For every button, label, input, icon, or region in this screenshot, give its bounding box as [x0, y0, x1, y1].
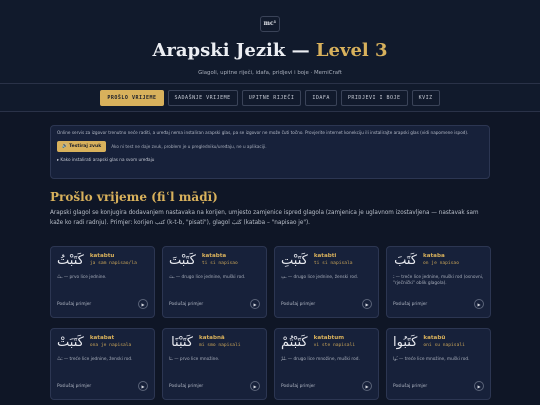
install-voice-toggle[interactable]: ▸ Kako instalirati arapski glas na svom …	[57, 157, 483, 162]
conjugation-grid: كَتَبْتُ katabtu ja sam napisao/la ـتُ —…	[50, 246, 491, 400]
play-icon: ▶	[141, 383, 145, 389]
notice-text: Online servis za izgovor trenutno neće r…	[57, 130, 469, 135]
conjugation-card: كَتَبَتْ katabat ona je napisala ـَتْ — …	[50, 328, 155, 400]
transliteration: katabti	[313, 253, 337, 259]
transliteration: katabta	[201, 253, 227, 259]
suffix-description: ـتُمْ — drugo lice množine, muški rod.	[281, 357, 360, 362]
translation: mi smo napisali	[199, 343, 241, 348]
transliteration: katabū	[423, 335, 446, 341]
translation: on je napisao	[423, 261, 459, 266]
conjugation-card: كَتَبُوا katabū oni su napisali ـُوا — t…	[386, 328, 491, 400]
transliteration: katabnā	[199, 335, 225, 341]
tab-pridjevi-i-boje[interactable]: PRIDJEVI I BOJE	[340, 89, 408, 106]
page-header: mc¹ Arapski Jezik — Level 3 Glagoli, upi…	[0, 0, 540, 84]
arabic-word: كَتَبْتِ	[281, 253, 308, 268]
translation: ja sam napisao/la	[89, 261, 137, 266]
play-icon: ▶	[477, 301, 481, 307]
arabic-word: كَتَبْتُ	[57, 253, 84, 268]
conjugation-card: كَتَبْتِ katabti ti si napisala ـتِ — dr…	[274, 246, 379, 318]
suffix-description: ـَتْ — treće lice jednine, ženski rod.	[57, 357, 133, 362]
section-intro: Arapski glagol se konjugira dodavanjem n…	[50, 210, 479, 226]
listen-label: Poslušaj primjer	[281, 301, 316, 307]
translation: ona je napisala	[89, 343, 132, 348]
notice-hint: Ako ni test ne daje zvuk, problem je u p…	[111, 144, 267, 149]
suffix-description: ـُوا — treće lice množine, muški rod.	[393, 357, 470, 362]
tab-bar: PROŠLO VRIJEME SADAŠNJE VRIJEME UPITNE R…	[0, 84, 540, 112]
title-main: Arapski Jezik —	[152, 40, 316, 61]
play-button[interactable]: ▶	[474, 381, 484, 391]
play-button[interactable]: ▶	[362, 299, 372, 309]
transliteration: katabtum	[313, 335, 345, 341]
tab-upitne-rijeci[interactable]: UPITNE RIJEČI	[241, 89, 302, 106]
transliteration: katabtu	[89, 253, 115, 259]
arabic-word: كَتَبْتَ	[169, 253, 196, 268]
play-button[interactable]: ▶	[474, 299, 484, 309]
arabic-word: كَتَبُوا	[393, 335, 418, 350]
test-sound-label: Testiraj zvuk	[69, 144, 102, 149]
suffix-description: ـتُ — prvo lice jednine.	[57, 275, 107, 280]
play-button[interactable]: ▶	[138, 299, 148, 309]
page-title: Arapski Jezik — Level 3	[0, 40, 540, 61]
page-subtitle: Glagoli, upitne riječi, idafa, pridjevi …	[198, 70, 342, 76]
tab-kviz[interactable]: KVIZ	[411, 89, 440, 106]
tab-proslo-vrijeme[interactable]: PROŠLO VRIJEME	[100, 89, 164, 106]
arabic-word: كَتَبْتُمْ	[281, 335, 308, 350]
suffix-description: ـنَا — prvo lice množine.	[169, 357, 220, 362]
section-title: Prošlo vrijeme (fiʿl māḍī)	[50, 190, 218, 204]
play-icon: ▶	[253, 301, 257, 307]
play-button[interactable]: ▶	[362, 381, 372, 391]
listen-label: Poslušaj primjer	[57, 383, 92, 389]
transliteration: katabat	[89, 335, 115, 341]
conjugation-card: كَتَبَ kataba on je napisao ـَ — treće l…	[386, 246, 491, 318]
listen-label: Poslušaj primjer	[169, 383, 204, 389]
tab-sadasnje-vrijeme[interactable]: SADAŠNJE VRIJEME	[167, 89, 238, 106]
play-button[interactable]: ▶	[250, 299, 260, 309]
play-icon: ▶	[365, 383, 369, 389]
memicraft-logo[interactable]: mc¹	[260, 16, 280, 32]
arabic-word: كَتَبْنَا	[171, 335, 193, 350]
suffix-description: ـَ — treće lice jednine, muški rod (osno…	[393, 275, 484, 286]
conjugation-card: كَتَبْتُ katabtu ja sam napisao/la ـتُ —…	[50, 246, 155, 318]
tab-idafa[interactable]: IDAFA	[305, 89, 337, 106]
conjugation-card: كَتَبْتُمْ katabtum vi ste napisali ـتُم…	[274, 328, 379, 400]
translation: ti si napisao	[201, 261, 238, 266]
conjugation-card: كَتَبْنَا katabnā mi smo napisali ـنَا —…	[162, 328, 267, 400]
play-icon: ▶	[253, 383, 257, 389]
translation: vi ste napisali	[313, 343, 356, 348]
suffix-description: ـتِ — drugo lice jednine, ženski rod.	[281, 275, 359, 280]
listen-label: Poslušaj primjer	[393, 383, 428, 389]
play-icon: ▶	[477, 383, 481, 389]
test-sound-button[interactable]: 🔊 Testiraj zvuk	[57, 141, 107, 152]
play-button[interactable]: ▶	[138, 381, 148, 391]
listen-label: Poslušaj primjer	[169, 301, 204, 307]
suffix-description: ـتَ — drugo lice jednine, muški rod.	[169, 275, 246, 280]
title-level: Level 3	[315, 40, 388, 61]
play-button[interactable]: ▶	[250, 381, 260, 391]
listen-label: Poslušaj primjer	[57, 301, 92, 307]
play-icon: ▶	[365, 301, 369, 307]
audio-notice: Online servis za izgovor trenutno neće r…	[50, 125, 490, 179]
play-icon: ▶	[141, 301, 145, 307]
listen-label: Poslušaj primjer	[281, 383, 316, 389]
translation: ti si napisala	[313, 261, 353, 266]
transliteration: kataba	[423, 253, 445, 259]
arabic-word: كَتَبَتْ	[57, 335, 84, 350]
conjugation-card: كَتَبْتَ katabta ti si napisao ـتَ — dru…	[162, 246, 267, 318]
arabic-word: كَتَبَ	[394, 253, 417, 268]
listen-label: Poslušaj primjer	[393, 301, 428, 307]
translation: oni su napisali	[423, 343, 465, 348]
